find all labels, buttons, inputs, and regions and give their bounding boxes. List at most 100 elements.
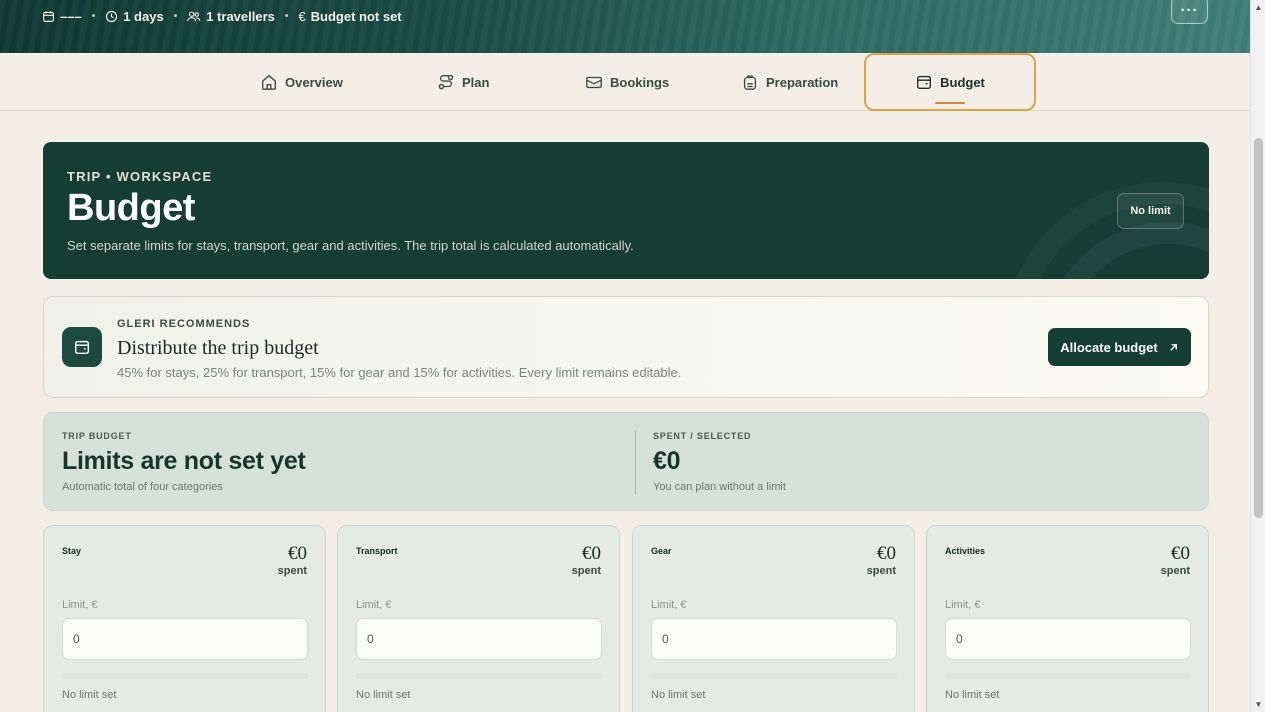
summary-divider	[635, 430, 636, 494]
header-eyebrow: TRIP • WORKSPACE	[67, 169, 213, 184]
spent-label: SPENT / SELECTED	[653, 431, 752, 441]
tab-preparation[interactable]: Preparation	[741, 53, 838, 111]
route-icon	[438, 74, 454, 90]
trip-duration-text: 1 days	[123, 8, 164, 24]
scroll-down-arrow-icon[interactable]: ▼	[1254, 700, 1263, 709]
trip-budget-status-text: Budget not set	[310, 8, 402, 24]
category-status: No limit set	[651, 689, 706, 701]
limit-label: Limit, €	[356, 599, 392, 611]
trip-budget-value: Limits are not set yet	[62, 447, 306, 475]
trip-budget-summary: TRIP BUDGET Limits are not set yet Autom…	[62, 431, 306, 493]
category-status: No limit set	[945, 689, 1000, 701]
category-spent-amount: €0	[877, 543, 896, 564]
allocate-budget-label: Allocate budget	[1060, 339, 1158, 355]
more-icon: ···	[1180, 1, 1199, 19]
category-status: No limit set	[356, 689, 411, 701]
budget-header-card: TRIP • WORKSPACE Budget Set separate lim…	[43, 142, 1209, 279]
page-title: Budget	[67, 187, 195, 229]
category-spent-label: spent	[277, 565, 307, 577]
transport-limit-input[interactable]: 0	[356, 618, 602, 660]
category-progress-bar	[356, 673, 602, 679]
category-spent-label: spent	[571, 565, 601, 577]
wallet-icon	[74, 340, 90, 355]
category-status: No limit set	[62, 689, 117, 701]
page-scrollbar[interactable]: ▲ ▼	[1250, 0, 1265, 712]
category-progress-bar	[945, 673, 1191, 679]
trip-tabs-nav: Overview Plan Bookings Preparation Budge…	[0, 53, 1250, 111]
trip-travellers[interactable]: 1 travellers	[187, 9, 275, 24]
category-spent-amount: €0	[1171, 543, 1190, 564]
tab-budget-label: Budget	[940, 74, 985, 90]
recommendation-card: GLERI RECOMMENDS Distribute the trip bud…	[43, 296, 1209, 398]
recommendation-title: Distribute the trip budget	[117, 337, 319, 359]
limit-label: Limit, €	[945, 599, 981, 611]
trip-dates[interactable]: –––	[42, 9, 82, 24]
trip-budget-note: Automatic total of four categories	[62, 481, 223, 493]
tab-bookings-label: Bookings	[610, 74, 670, 90]
category-spent-amount: €0	[288, 543, 307, 564]
calendar-icon	[43, 10, 54, 22]
category-spent: €0 spent	[572, 544, 601, 577]
limit-label: Limit, €	[651, 599, 687, 611]
budget-limit-badge: No limit	[1117, 193, 1184, 229]
category-progress-bar	[62, 673, 308, 679]
category-spent: €0 spent	[1161, 544, 1190, 577]
home-icon	[262, 74, 276, 90]
separator-dot: •	[173, 10, 178, 22]
trip-meta-bar: ––– • 1 days • 1 travellers • € Budget n…	[42, 6, 402, 26]
spent-summary: SPENT / SELECTED €0 You can plan without…	[653, 431, 786, 493]
ticket-icon	[586, 76, 602, 89]
tab-overview-label: Overview	[285, 74, 343, 90]
tab-bookings[interactable]: Bookings	[585, 53, 669, 111]
tab-overview[interactable]: Overview	[260, 53, 343, 111]
allocate-budget-button[interactable]: Allocate budget	[1048, 328, 1191, 366]
category-spent: €0 spent	[278, 544, 307, 577]
category-spent: €0 spent	[867, 544, 896, 577]
backpack-icon	[743, 75, 757, 90]
scrollbar-thumb[interactable]	[1254, 138, 1263, 518]
category-card-activities: Activities €0 spent Limit, € 0 No limit …	[926, 525, 1209, 712]
category-spent-amount: €0	[582, 543, 601, 564]
trip-budget-label: TRIP BUDGET	[62, 431, 132, 441]
trip-budget-status[interactable]: € Budget not set	[298, 9, 401, 24]
category-name: Gear	[651, 546, 672, 556]
trip-travellers-text: 1 travellers	[206, 8, 275, 24]
limit-label: Limit, €	[62, 599, 98, 611]
activities-limit-input[interactable]: 0	[945, 618, 1191, 660]
spent-value: €0	[653, 447, 681, 475]
recommendation-eyebrow: GLERI RECOMMENDS	[117, 318, 251, 330]
budget-summary-card: TRIP BUDGET Limits are not set yet Autom…	[43, 412, 1209, 511]
trip-hero-banner: ––– • 1 days • 1 travellers • € Budget n…	[0, 0, 1250, 53]
category-card-stay: Stay €0 spent Limit, € 0 No limit set	[43, 525, 326, 712]
category-spent-label: spent	[866, 565, 896, 577]
clock-icon	[106, 10, 118, 22]
wallet-icon	[917, 75, 932, 89]
category-name: Activities	[945, 546, 986, 556]
trip-dates-text: –––	[60, 8, 82, 24]
category-card-gear: Gear €0 spent Limit, € 0 No limit set	[632, 525, 915, 712]
scroll-up-arrow-icon[interactable]: ▲	[1254, 3, 1263, 12]
category-progress-bar	[651, 673, 897, 679]
category-name: Transport	[356, 546, 398, 556]
euro-icon: €	[298, 8, 306, 24]
users-icon	[187, 10, 201, 21]
tab-plan-label: Plan	[462, 74, 490, 90]
separator-dot: •	[91, 10, 96, 22]
recommendation-icon-tile	[62, 327, 102, 367]
gear-limit-input[interactable]: 0	[651, 618, 897, 660]
header-subtitle: Set separate limits for stays, transport…	[67, 238, 634, 253]
active-tab-indicator	[935, 102, 965, 104]
recommendation-description: 45% for stays, 25% for transport, 15% fo…	[117, 365, 682, 380]
category-card-transport: Transport €0 spent Limit, € 0 No limit s…	[337, 525, 620, 712]
separator-dot: •	[284, 10, 289, 22]
tab-plan[interactable]: Plan	[437, 53, 489, 111]
stay-limit-input[interactable]: 0	[62, 618, 308, 660]
more-options-button[interactable]: ···	[1171, 0, 1208, 24]
category-spent-label: spent	[1160, 565, 1190, 577]
tab-preparation-label: Preparation	[766, 74, 839, 90]
category-name: Stay	[62, 546, 82, 556]
trip-duration: 1 days	[105, 8, 164, 24]
tab-budget[interactable]: Budget	[864, 53, 1036, 111]
spent-note: You can plan without a limit	[653, 481, 786, 493]
arrow-up-right-icon	[1170, 343, 1177, 351]
